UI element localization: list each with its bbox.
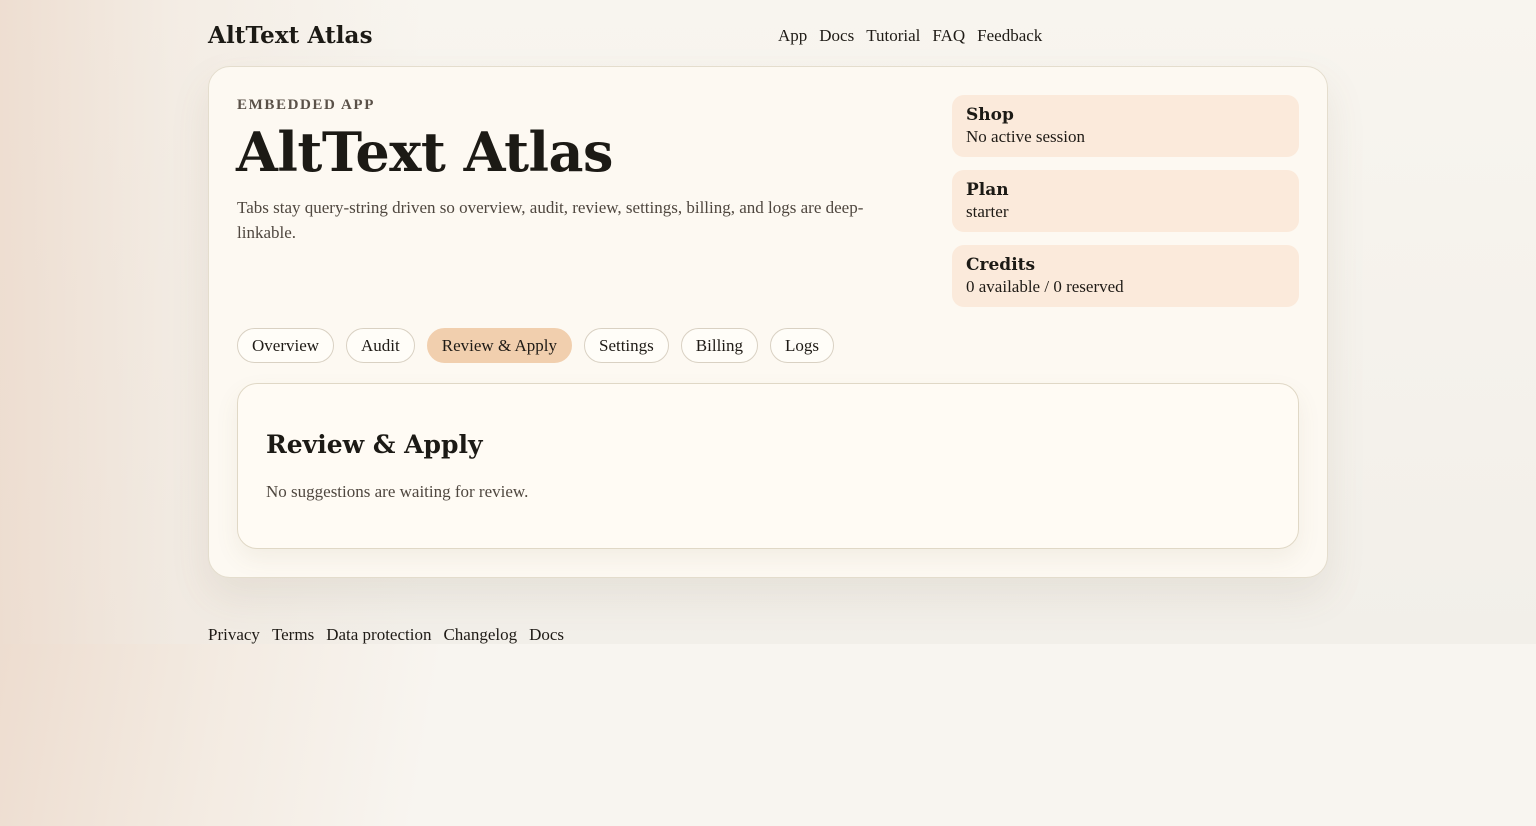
stat-label: Plan bbox=[966, 180, 1009, 200]
nav-link-docs[interactable]: Docs bbox=[819, 26, 854, 46]
footer-link-changelog[interactable]: Changelog bbox=[443, 625, 517, 645]
eyebrow-label: EMBEDDED APP bbox=[237, 97, 375, 113]
status-panel: Shop No active session Plan starter Cred… bbox=[952, 95, 1299, 320]
footer-link-data-protection[interactable]: Data protection bbox=[326, 625, 431, 645]
stat-shop: Shop No active session bbox=[952, 95, 1299, 157]
tab-billing[interactable]: Billing bbox=[680, 328, 759, 363]
tab-settings[interactable]: Settings bbox=[583, 328, 669, 363]
nav-link-feedback[interactable]: Feedback bbox=[977, 26, 1042, 46]
brand-logo[interactable]: AltText Atlas bbox=[208, 22, 373, 49]
tab-bar: Overview Audit Review & Apply Settings B… bbox=[237, 328, 835, 363]
stat-value: 0 available / 0 reserved bbox=[966, 277, 1124, 296]
footer-link-terms[interactable]: Terms bbox=[272, 625, 314, 645]
top-bar: AltText Atlas App Docs Tutorial FAQ Feed… bbox=[208, 22, 1328, 52]
footer-link-docs[interactable]: Docs bbox=[529, 625, 564, 645]
stat-credits: Credits 0 available / 0 reserved bbox=[952, 245, 1299, 307]
nav-link-tutorial[interactable]: Tutorial bbox=[866, 26, 920, 46]
tab-audit[interactable]: Audit bbox=[346, 328, 415, 363]
page-description: Tabs stay query-string driven so overvie… bbox=[237, 198, 864, 242]
panel-title: Review & Apply bbox=[266, 430, 483, 459]
tab-overview[interactable]: Overview bbox=[237, 328, 335, 363]
nav-link-app[interactable]: App bbox=[778, 26, 807, 46]
stat-value: starter bbox=[966, 202, 1009, 221]
page-background-lower bbox=[0, 644, 1536, 826]
stat-value: No active session bbox=[966, 127, 1085, 146]
footer-link-privacy[interactable]: Privacy bbox=[208, 625, 260, 645]
stat-label: Shop bbox=[966, 105, 1014, 125]
main-card: EMBEDDED APP AltText Atlas Tabs stay que… bbox=[208, 66, 1328, 578]
review-panel: Review & Apply No suggestions are waitin… bbox=[237, 383, 1299, 549]
stat-label: Credits bbox=[966, 255, 1036, 275]
page-title: AltText Atlas bbox=[236, 120, 613, 184]
stat-plan: Plan starter bbox=[952, 170, 1299, 232]
tab-review-apply[interactable]: Review & Apply bbox=[426, 328, 572, 363]
footer: Privacy Terms Data protection Changelog … bbox=[208, 625, 564, 645]
empty-state-message: No suggestions are waiting for review. bbox=[266, 482, 529, 501]
nav-link-faq[interactable]: FAQ bbox=[932, 26, 965, 46]
tab-logs[interactable]: Logs bbox=[770, 328, 835, 363]
top-nav: App Docs Tutorial FAQ Feedback bbox=[778, 26, 1042, 46]
